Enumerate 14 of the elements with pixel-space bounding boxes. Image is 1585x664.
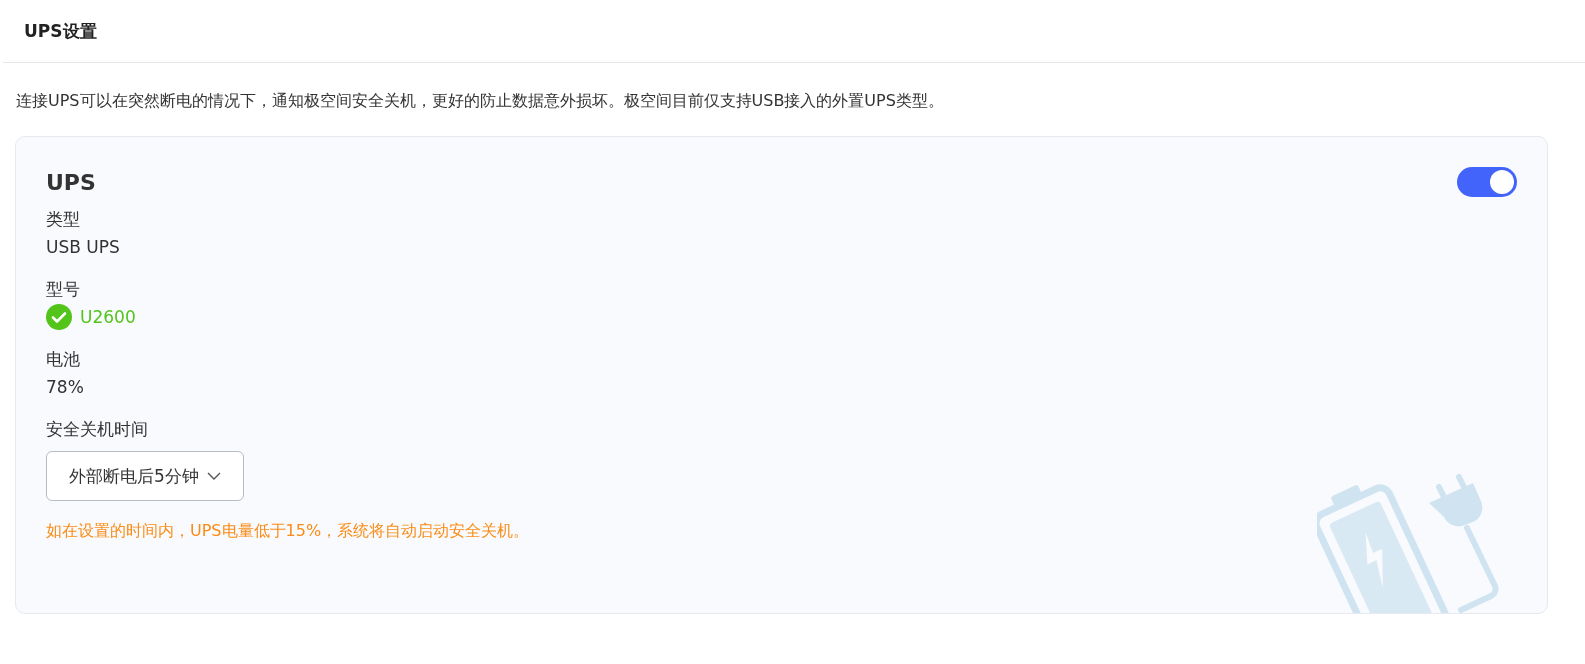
field-label: 型号 <box>46 278 81 301</box>
shutdown-time-dropdown[interactable]: 外部断电后5分钟 <box>46 451 244 501</box>
field-label: 安全关机时间 <box>46 418 149 441</box>
field-label: 类型 <box>46 208 81 231</box>
field-label: 电池 <box>46 348 81 371</box>
field-value: USB UPS <box>46 236 120 259</box>
field-value: 78% <box>46 376 84 399</box>
description-text: 连接UPS可以在突然断电的情况下，通知极空间安全关机，更好的防止数据意外损坏。极空间目前仅支持USB接入的外置UPS类型。 <box>16 91 945 112</box>
chevron-down-icon <box>206 472 221 480</box>
warning-text: 如在设置的时间内，UPS电量低于15%，系统将自动启动安全关机。 <box>46 521 531 542</box>
page-title: UPS设置 <box>24 19 97 43</box>
card-title: UPS <box>46 169 96 195</box>
ups-toggle[interactable] <box>1457 167 1517 197</box>
field-value: U2600 <box>80 306 136 329</box>
